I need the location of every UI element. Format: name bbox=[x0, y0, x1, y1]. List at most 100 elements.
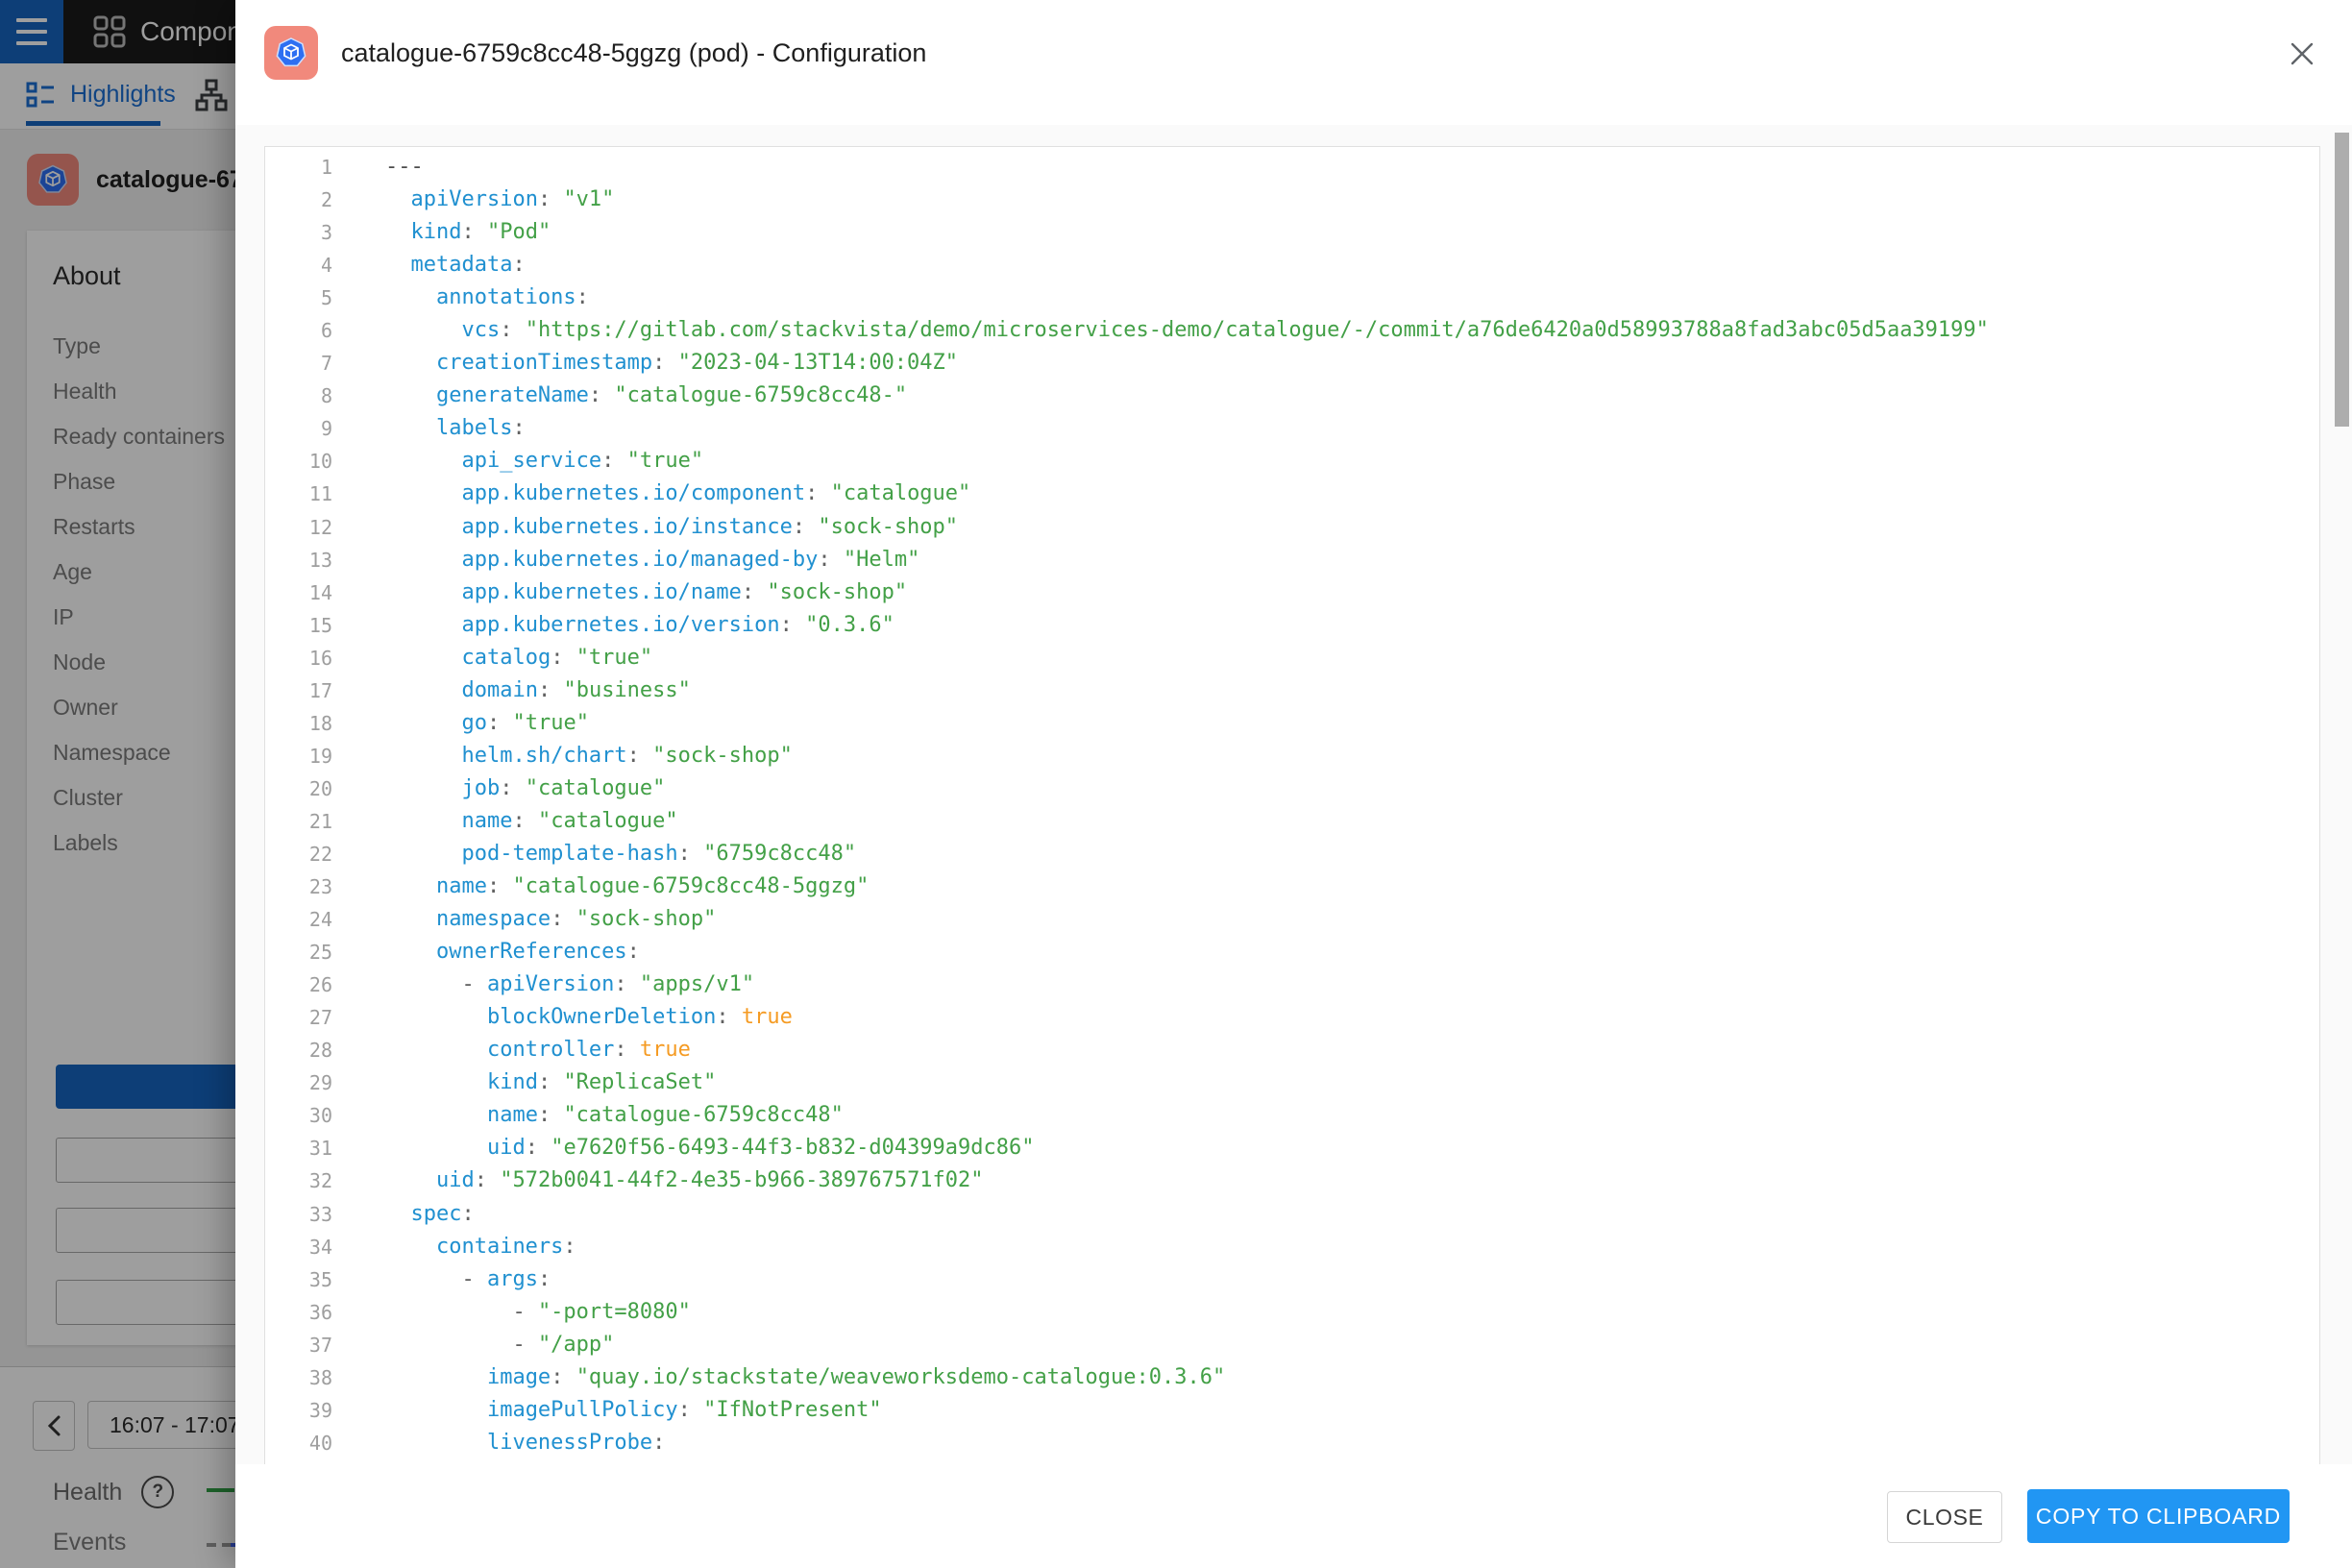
code-line: 18go: "true" bbox=[265, 707, 2319, 740]
line-number: 27 bbox=[265, 1001, 332, 1034]
line-number: 19 bbox=[265, 740, 332, 772]
code-line: 27 blockOwnerDeletion: true bbox=[265, 1001, 2319, 1034]
code-text: name: "catalogue-6759c8cc48-5ggzg" bbox=[385, 870, 869, 903]
line-number: 29 bbox=[265, 1066, 332, 1099]
code-line: 28 controller: true bbox=[265, 1034, 2319, 1066]
copy-to-clipboard-button[interactable]: COPY TO CLIPBOARD bbox=[2027, 1489, 2290, 1543]
code-text: blockOwnerDeletion: true bbox=[385, 1001, 793, 1034]
line-number: 25 bbox=[265, 936, 332, 968]
code-text: kind: "ReplicaSet" bbox=[385, 1066, 716, 1099]
code-line: 26 - apiVersion: "apps/v1" bbox=[265, 968, 2319, 1001]
line-number: 21 bbox=[265, 805, 332, 838]
line-number: 36 bbox=[265, 1296, 332, 1329]
code-text: app.kubernetes.io/component: "catalogue" bbox=[385, 478, 970, 510]
line-number: 23 bbox=[265, 870, 332, 903]
code-text: imagePullPolicy: "IfNotPresent" bbox=[385, 1394, 882, 1427]
code-text: ownerReferences: bbox=[385, 936, 640, 968]
code-line: 12app.kubernetes.io/instance: "sock-shop… bbox=[265, 511, 2319, 544]
code-text: kind: "Pod" bbox=[385, 216, 551, 249]
code-text: app.kubernetes.io/name: "sock-shop" bbox=[385, 576, 907, 609]
code-text: - "-port=8080" bbox=[385, 1296, 691, 1329]
code-line: 20 job: "catalogue" bbox=[265, 772, 2319, 805]
line-number: 26 bbox=[265, 968, 332, 1001]
code-text: app.kubernetes.io/managed-by: "Helm" bbox=[385, 544, 919, 576]
code-text: livenessProbe: bbox=[385, 1427, 665, 1459]
line-number: 40 bbox=[265, 1427, 332, 1459]
scrollbar-thumb[interactable] bbox=[2335, 133, 2349, 427]
code-text: controller: true bbox=[385, 1034, 691, 1066]
code-line: 38image: "quay.io/stackstate/weaveworksd… bbox=[265, 1361, 2319, 1394]
code-line: 14 app.kubernetes.io/name: "sock-shop" bbox=[265, 576, 2319, 609]
code-line: 24 namespace: "sock-shop" bbox=[265, 903, 2319, 936]
line-number: 37 bbox=[265, 1329, 332, 1361]
code-line: 11 app.kubernetes.io/component: "catalogu… bbox=[265, 478, 2319, 510]
code-text: uid: "572b0041-44f2-4e35-b966-389767571f… bbox=[385, 1164, 984, 1197]
code-text: app.kubernetes.io/instance: "sock-shop" bbox=[385, 511, 958, 544]
code-line: 33spec: bbox=[265, 1198, 2319, 1231]
code-text: uid: "e7620f56-6493-44f3-b832-d04399a9dc… bbox=[385, 1132, 1035, 1164]
code-text: app.kubernetes.io/version: "0.3.6" bbox=[385, 609, 894, 642]
code-text: name: "catalogue-6759c8cc48" bbox=[385, 1099, 844, 1132]
line-number: 2 bbox=[265, 184, 332, 216]
line-number: 14 bbox=[265, 576, 332, 609]
code-text: creationTimestamp: "2023-04-13T14:00:04Z… bbox=[385, 347, 958, 380]
code-text: go: "true" bbox=[385, 707, 589, 740]
code-line: 1--- bbox=[265, 151, 2319, 184]
line-number: 7 bbox=[265, 347, 332, 380]
code-text: helm.sh/chart: "sock-shop" bbox=[385, 740, 793, 772]
code-text: api_service: "true" bbox=[385, 445, 703, 478]
code-text: containers: bbox=[385, 1231, 576, 1263]
code-line: 3 kind: "Pod" bbox=[265, 216, 2319, 249]
line-number: 10 bbox=[265, 445, 332, 478]
line-number: 30 bbox=[265, 1099, 332, 1132]
code-line: 29 kind: "ReplicaSet" bbox=[265, 1066, 2319, 1099]
code-line: 17domain: "business" bbox=[265, 674, 2319, 707]
code-line: 22 pod-template-hash: "6759c8cc48" bbox=[265, 838, 2319, 870]
code-line: 10 api_service: "true" bbox=[265, 445, 2319, 478]
close-button[interactable]: CLOSE bbox=[1887, 1491, 2002, 1543]
code-text: job: "catalogue" bbox=[385, 772, 665, 805]
line-number: 11 bbox=[265, 478, 332, 510]
modal-header: catalogue-6759c8cc48-5ggzg (pod) - Confi… bbox=[235, 0, 2352, 106]
line-number: 35 bbox=[265, 1263, 332, 1296]
code-line: 23 name: "catalogue-6759c8cc48-5ggzg" bbox=[265, 870, 2319, 903]
code-line: 34containers: bbox=[265, 1231, 2319, 1263]
line-number: 3 bbox=[265, 216, 332, 249]
modal-title: catalogue-6759c8cc48-5ggzg (pod) - Confi… bbox=[341, 38, 926, 68]
configuration-modal: catalogue-6759c8cc48-5ggzg (pod) - Confi… bbox=[235, 0, 2352, 1568]
code-text: --- bbox=[385, 151, 424, 184]
code-line: 9labels: bbox=[265, 412, 2319, 445]
code-line: 31uid: "e7620f56-6493-44f3-b832-d04399a9… bbox=[265, 1132, 2319, 1164]
code-text: - apiVersion: "apps/v1" bbox=[385, 968, 754, 1001]
code-container: 1---2 apiVersion: "v1" 3 kind: "Pod" 4 metada… bbox=[235, 125, 2352, 1465]
code-line: 37 - "/app" bbox=[265, 1329, 2319, 1361]
line-number: 4 bbox=[265, 249, 332, 282]
code-text: catalog: "true" bbox=[385, 642, 652, 674]
code-line: 25 ownerReferences: bbox=[265, 936, 2319, 968]
code-text: spec: bbox=[385, 1198, 475, 1231]
code-text: namespace: "sock-shop" bbox=[385, 903, 716, 936]
code-text: pod-template-hash: "6759c8cc48" bbox=[385, 838, 856, 870]
code-line: 2 apiVersion: "v1" bbox=[265, 184, 2319, 216]
code-line: 13app.kubernetes.io/managed-by: "Helm" bbox=[265, 544, 2319, 576]
line-number: 15 bbox=[265, 609, 332, 642]
line-number: 20 bbox=[265, 772, 332, 805]
code-text: apiVersion: "v1" bbox=[385, 184, 614, 216]
line-number: 24 bbox=[265, 903, 332, 936]
close-icon[interactable] bbox=[2285, 37, 2319, 71]
code-line: 35- args: bbox=[265, 1263, 2319, 1296]
code-line: 7 creationTimestamp: "2023-04-13T14:00:04… bbox=[265, 347, 2319, 380]
code-box: 1---2 apiVersion: "v1" 3 kind: "Pod" 4 metada… bbox=[264, 146, 2320, 1465]
code-line: 32uid: "572b0041-44f2-4e35-b966-38976757… bbox=[265, 1164, 2319, 1197]
modal-footer: CLOSE COPY TO CLIPBOARD bbox=[235, 1464, 2352, 1568]
code-text: metadata: bbox=[385, 249, 526, 282]
code-text: generateName: "catalogue-6759c8cc48-" bbox=[385, 380, 907, 412]
code-line: 30 name: "catalogue-6759c8cc48" bbox=[265, 1099, 2319, 1132]
code-text: name: "catalogue" bbox=[385, 805, 678, 838]
code-line: 4 metadata: bbox=[265, 249, 2319, 282]
line-number: 22 bbox=[265, 838, 332, 870]
code-text: - "/app" bbox=[385, 1329, 614, 1361]
line-number: 6 bbox=[265, 314, 332, 347]
code-text: domain: "business" bbox=[385, 674, 691, 707]
line-number: 28 bbox=[265, 1034, 332, 1066]
